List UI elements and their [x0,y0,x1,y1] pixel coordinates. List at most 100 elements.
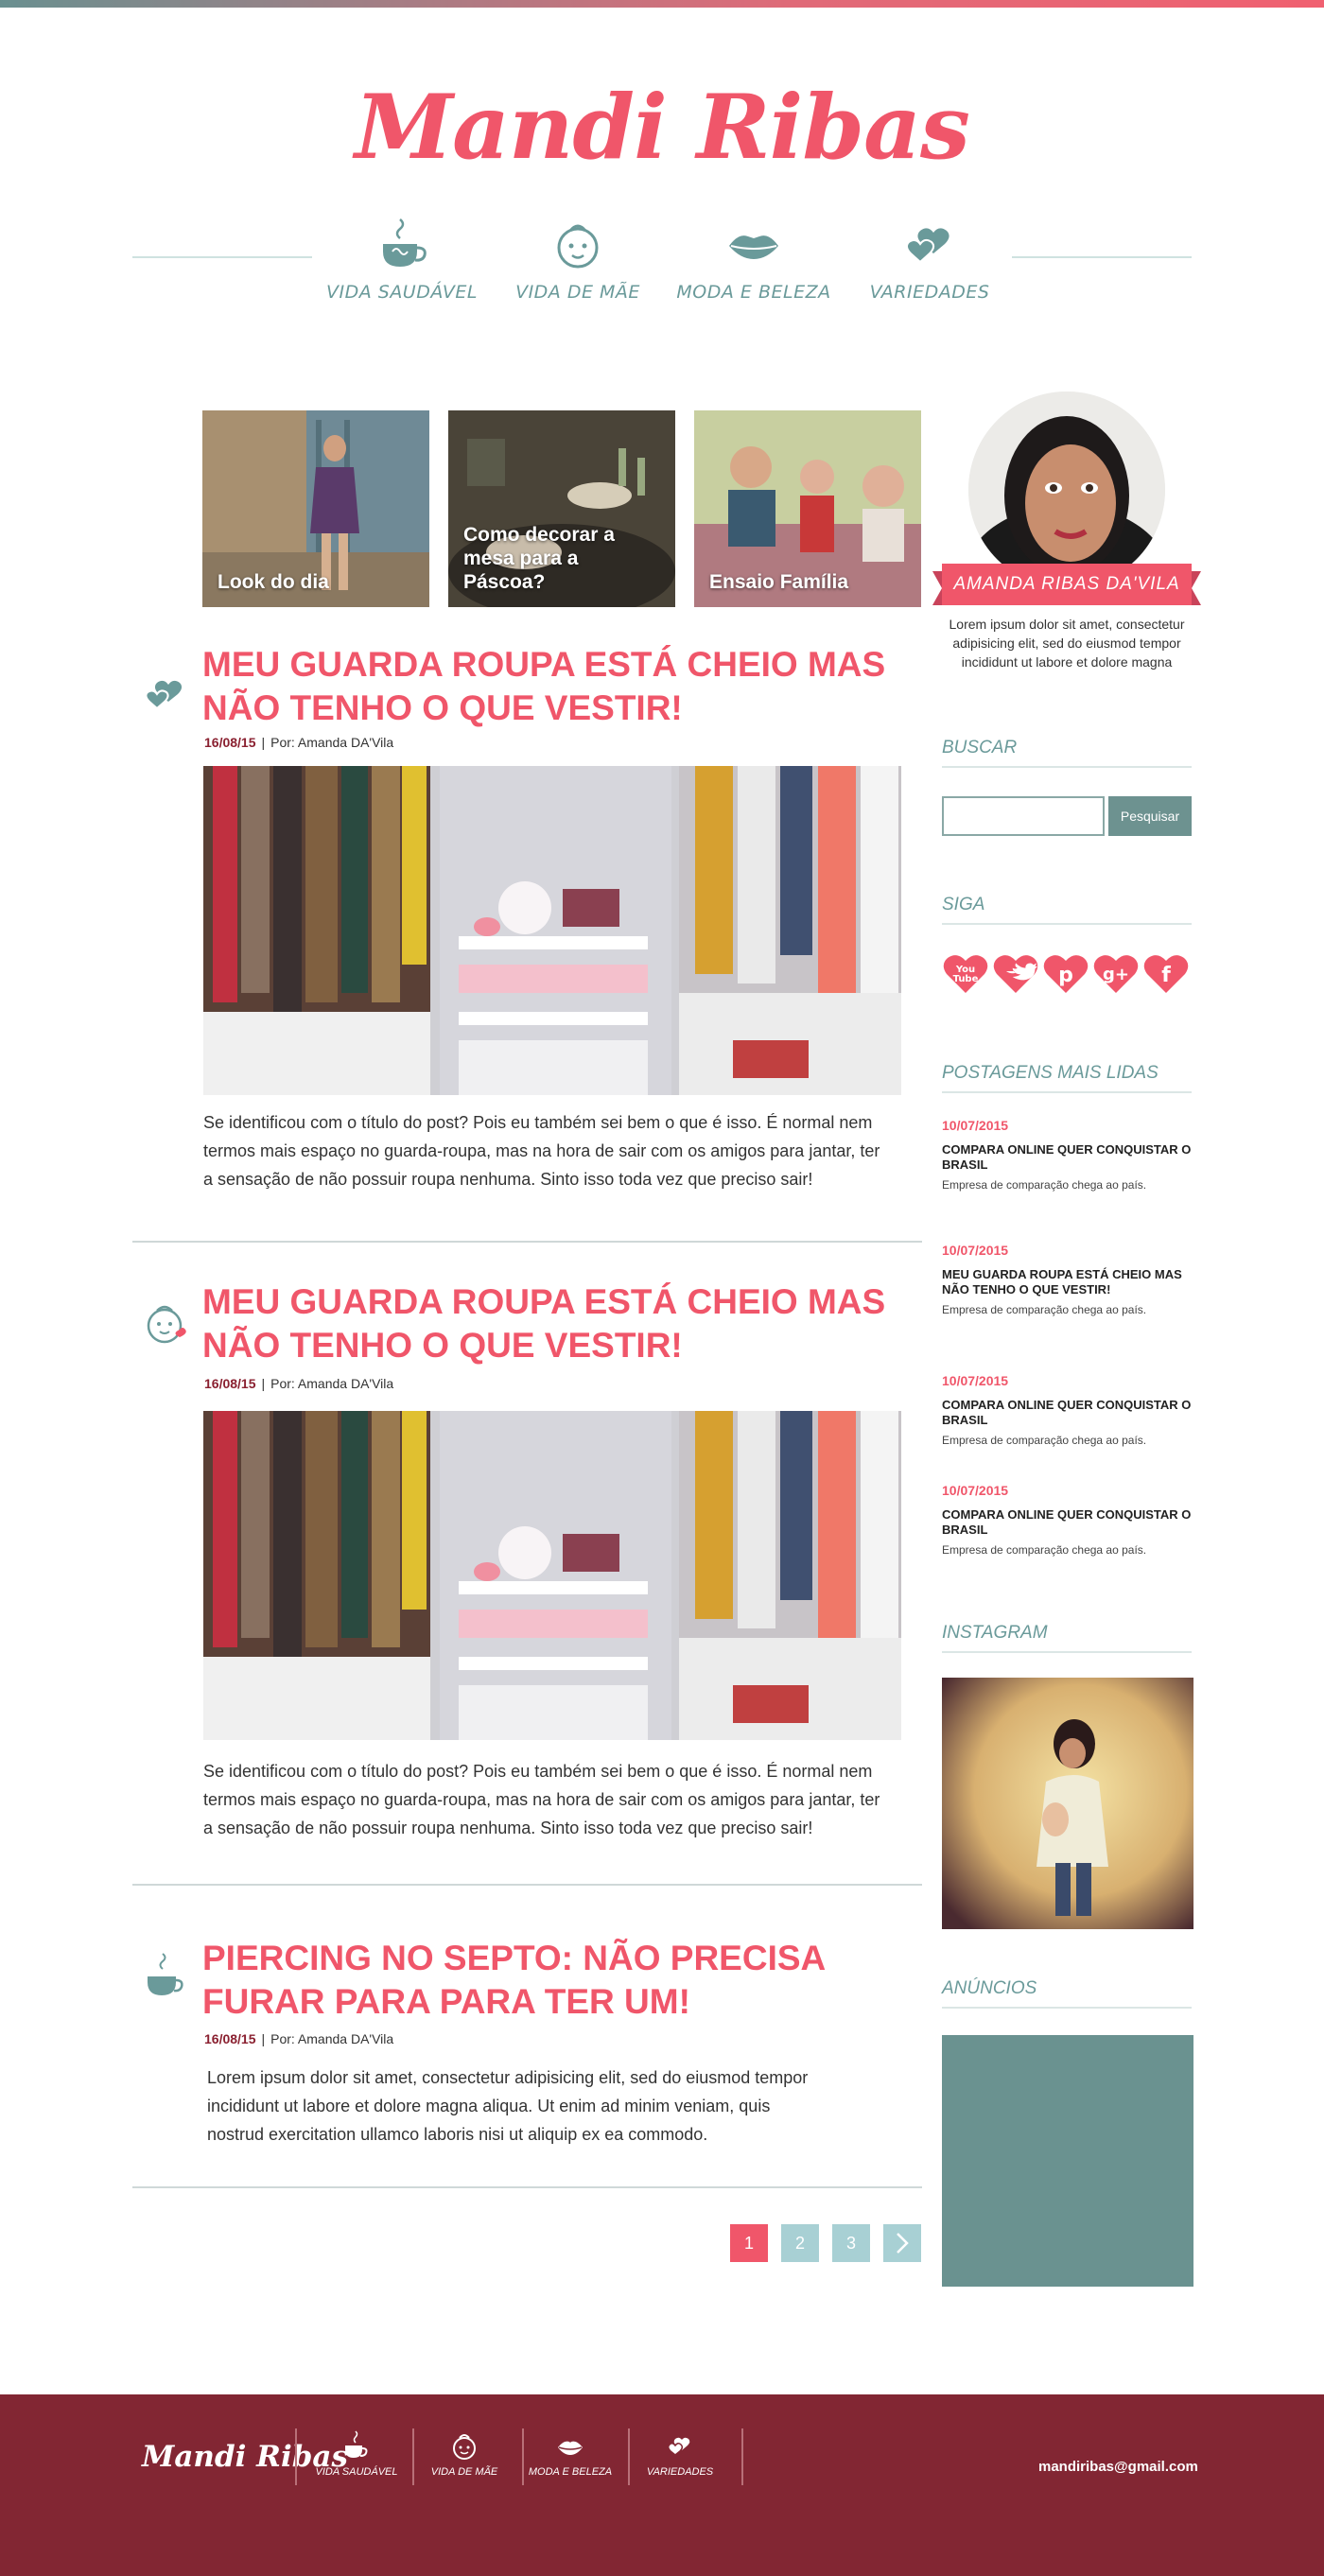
post-date: 16/08/15 [204,1376,256,1391]
popular-date: 10/07/2015 [942,1118,1009,1133]
popular-title[interactable]: MEU GUARDA ROUPA ESTÁ CHEIO MAS NÃO TENH… [942,1267,1192,1297]
post-excerpt: Lorem ipsum dolor sit amet, consectetur … [207,2068,809,2144]
popular-heading: POSTAGENS MAIS LIDAS [942,1063,1192,1093]
featured-caption: Como decorar a mesa para a Páscoa? [463,524,615,593]
page-3-button[interactable]: 3 [832,2224,870,2262]
nav-item-label: MODA E BELEZA [676,282,831,303]
nav-item-label: VIDA DE MÃE [515,282,640,303]
avatar [968,392,1165,588]
featured-post[interactable]: Look do dia [202,410,429,607]
twitter-heart-icon [993,955,1038,993]
popular-summary: Empresa de comparação chega ao país. [942,1178,1147,1192]
post-title[interactable]: PIERCING NO SEPTO: NÃO PRECISA FURAR PAR… [202,1937,902,2024]
popular-date: 10/07/2015 [942,1243,1009,1258]
post-meta: 16/08/15 | Por: Amanda DA'Vila [204,1376,394,1391]
post-author: Por: Amanda DA'Vila [270,2031,394,2046]
footer-nav-variedades[interactable]: VARIEDADES [628,2430,732,2478]
popular-item: 10/07/2015 MEU GUARDA ROUPA ESTÁ CHEIO M… [942,1243,1192,1316]
nav-item-vida-saudavel[interactable]: VIDA SAUDÁVEL [322,216,482,303]
profile-photo [968,392,1165,588]
svg-text:p: p [1058,964,1073,987]
popular-title[interactable]: COMPARA ONLINE QUER CONQUISTAR O BRASIL [942,1398,1192,1428]
post-excerpt: Se identificou com o título do post? Poi… [203,1113,880,1189]
page-2-button[interactable]: 2 [781,2224,819,2262]
featured-post[interactable]: Como decorar a mesa para a Páscoa? [448,410,675,607]
top-gradient-bar [0,0,1324,8]
svg-text:f: f [1161,964,1171,987]
follow-heading: SIGA [942,895,1192,925]
nav-item-moda-e-beleza[interactable]: MODA E BELEZA [673,216,834,303]
hearts-icon [905,228,949,264]
featured-post[interactable]: Ensaio Família [694,410,921,607]
closet-photo [203,1411,901,1740]
google-plus-link[interactable]: g+ [1092,951,1140,997]
post-date: 16/08/15 [204,2031,256,2046]
instagram-photo[interactable] [942,1678,1193,1929]
nav-divider-left [132,256,312,258]
post-author: Por: Amanda DA'Vila [270,1376,394,1391]
popular-title[interactable]: COMPARA ONLINE QUER CONQUISTAR O BRASIL [942,1142,1192,1173]
twitter-link[interactable] [992,951,1039,997]
popular-item: 10/07/2015 COMPARA ONLINE QUER CONQUISTA… [942,1118,1192,1192]
post-date: 16/08/15 [204,735,256,750]
popular-summary: Empresa de comparação chega ao país. [942,1303,1147,1316]
footer-nav-vida-de-mae[interactable]: VIDA DE MÃE [412,2430,516,2478]
footer-nav-label: VIDA SAUDÁVEL [315,2466,398,2478]
ads-heading: ANÚNCIOS [942,1978,1192,2009]
post-author: Por: Amanda DA'Vila [270,735,394,750]
popular-summary: Empresa de comparação chega ao país. [942,1434,1147,1447]
site-logo[interactable]: Mandi Ribas [0,76,1324,180]
footer-nav-label: MODA E BELEZA [528,2466,613,2478]
post-divider [132,1241,922,1243]
instagram-image [942,1678,1193,1929]
popular-summary: Empresa de comparação chega ao país. [942,1543,1147,1557]
post-title[interactable]: MEU GUARDA ROUPA ESTÁ CHEIO MAS NÃO TENH… [202,1280,902,1367]
profile-name-ribbon: AMANDA RIBAS DA'VILA [932,564,1201,605]
page-1-button[interactable]: 1 [730,2224,768,2262]
profile-about: Lorem ipsum dolor sit amet, consectetur … [949,617,1185,670]
baby-face-icon [453,2434,476,2460]
footer: Mandi Ribas VIDA SAUDÁVEL VIDA DE MÃE MO… [0,2394,1324,2576]
chevron-right-icon [897,2233,909,2254]
search-heading: BUSCAR [942,738,1192,768]
baby-face-icon [147,1305,186,1344]
post-title[interactable]: MEU GUARDA ROUPA ESTÁ CHEIO MAS NÃO TENH… [202,643,902,730]
search-input[interactable] [942,796,1105,836]
baby-face-icon [557,224,599,269]
post-image[interactable] [203,766,901,1095]
featured-caption: Ensaio Família [709,571,849,593]
footer-email-link[interactable]: mandiribas@gmail.com [1038,2459,1198,2475]
post-divider [132,1884,922,1886]
footer-nav-moda-e-beleza[interactable]: MODA E BELEZA [518,2430,622,2478]
nav-item-variedades[interactable]: VARIEDADES [849,216,1010,303]
post-meta: 16/08/15 | Por: Amanda DA'Vila [204,735,394,750]
nav-item-vida-de-mae[interactable]: VIDA DE MÃE [497,216,658,303]
facebook-link[interactable]: f [1142,951,1190,997]
facebook-heart-icon: f [1143,955,1189,993]
hearts-icon [667,2437,690,2456]
svg-text:Tube: Tube [953,974,979,984]
pinterest-link[interactable]: p [1042,951,1089,997]
post-image[interactable] [203,1411,901,1740]
youtube-heart-icon: You Tube [943,955,988,993]
popular-date: 10/07/2015 [942,1373,1009,1388]
footer-nav-vida-saudavel[interactable]: VIDA SAUDÁVEL [305,2430,409,2478]
popular-date: 10/07/2015 [942,1483,1009,1498]
google-plus-heart-icon: g+ [1093,955,1139,993]
footer-nav-label: VIDA DE MÃE [430,2466,498,2478]
social-links: You Tube p g+ f [942,951,1192,1002]
post-excerpt: Se identificou com o título do post? Poi… [203,1762,880,1837]
main-nav: VIDA SAUDÁVEL VIDA DE MÃE MODA E BELEZA … [322,216,1002,320]
lips-icon [558,2441,583,2455]
ad-slot[interactable] [942,2035,1193,2287]
youtube-link[interactable]: You Tube [942,951,989,997]
popular-item: 10/07/2015 COMPARA ONLINE QUER CONQUISTA… [942,1483,1192,1557]
teacup-icon [383,218,427,267]
popular-title[interactable]: COMPARA ONLINE QUER CONQUISTAR O BRASIL [942,1507,1192,1538]
next-page-button[interactable] [883,2224,921,2262]
nav-item-label: VARIEDADES [869,282,990,303]
search-button[interactable]: Pesquisar [1108,796,1192,836]
post-divider [132,2186,922,2188]
nav-divider-right [1012,256,1192,258]
footer-nav-label: VARIEDADES [646,2466,714,2478]
